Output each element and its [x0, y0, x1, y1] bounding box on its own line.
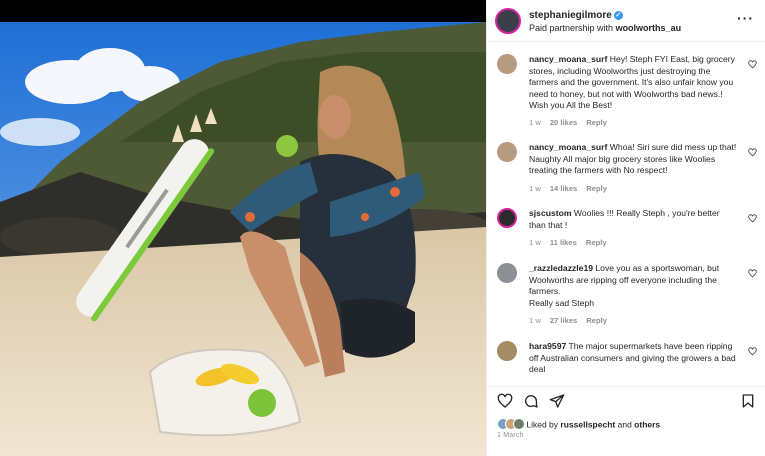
comment-username[interactable]: nancy_moana_surf — [529, 54, 607, 64]
partner-link[interactable]: woolworths_au — [616, 23, 682, 33]
comment-username[interactable]: sjscustom — [529, 208, 572, 218]
comment-text: nancy_moana_surf Hey! Steph FYI East, bi… — [529, 54, 737, 112]
comment-meta: 1 w 14 likes Reply — [529, 184, 616, 193]
comment-text: _razzledazzle19 Love you as a sportswoma… — [529, 263, 737, 309]
comment-likes[interactable]: 14 likes — [550, 184, 577, 193]
heart-icon[interactable] — [748, 214, 757, 223]
commenter-avatar[interactable] — [497, 341, 517, 361]
comment-likes[interactable]: 27 likes — [550, 316, 577, 325]
comment-likes[interactable]: 11 likes — [550, 238, 577, 247]
post-header: stephaniegilmore ✓ Paid partnership with … — [487, 0, 765, 42]
comment-text: hara9597 The major supermarkets have bee… — [529, 341, 737, 376]
commenter-avatar[interactable] — [497, 142, 517, 162]
commenter-avatar[interactable] — [497, 263, 517, 283]
comment-username[interactable]: _razzledazzle19 — [529, 263, 593, 273]
heart-icon[interactable] — [748, 347, 757, 356]
author-username-text[interactable]: stephaniegilmore — [529, 10, 612, 21]
comment-meta: 1 w 11 likes Reply — [529, 238, 616, 247]
partnership-prefix: Paid partnership with — [529, 23, 614, 33]
commenter-avatar[interactable] — [497, 54, 517, 74]
heart-icon[interactable] — [748, 60, 757, 69]
comment-username[interactable]: hara9597 — [529, 341, 566, 351]
post-actions-bar — [487, 386, 765, 415]
post-date[interactable]: 1 March — [497, 432, 524, 439]
comment-meta: 1 w 20 likes Reply — [529, 118, 616, 127]
reply-button[interactable]: Reply — [586, 184, 607, 193]
liked-by-others-link[interactable]: others — [634, 419, 660, 429]
comment-age: 1 w — [529, 316, 541, 325]
paper-plane-icon[interactable] — [549, 393, 565, 409]
comment-likes[interactable]: 20 likes — [550, 118, 577, 127]
liked-by-user-link[interactable]: russellspecht — [560, 419, 615, 429]
comment-text: sjscustom Woolies !!! Really Steph , you… — [529, 208, 737, 231]
reply-button[interactable]: Reply — [586, 118, 607, 127]
liked-by-prefix: Liked by — [526, 419, 559, 430]
comment-age: 1 w — [529, 184, 541, 193]
post-photo[interactable] — [0, 22, 486, 456]
liked-by-and: and — [617, 419, 632, 430]
comment-meta: 1 w 27 likes Reply — [529, 316, 616, 325]
beach-photo-illustration — [0, 22, 486, 456]
author-username[interactable]: stephaniegilmore ✓ — [529, 10, 623, 21]
bookmark-icon[interactable] — [740, 393, 756, 409]
comment-username[interactable]: nancy_moana_surf — [529, 142, 607, 152]
commenter-avatar[interactable] — [497, 208, 517, 228]
post-side-panel: stephaniegilmore ✓ Paid partnership with … — [486, 0, 765, 456]
liked-by-summary: Liked by russellspecht and others — [497, 418, 660, 432]
verified-badge-icon: ✓ — [613, 11, 623, 20]
comment-age: 1 w — [529, 118, 541, 127]
author-avatar[interactable] — [495, 8, 521, 34]
heart-icon[interactable] — [748, 148, 757, 157]
partnership-label: Paid partnership with woolworths_au — [529, 23, 681, 33]
reply-button[interactable]: Reply — [586, 316, 607, 325]
comment-text: nancy_moana_surf Whoa! Siri sure did mes… — [529, 142, 737, 177]
reply-button[interactable]: Reply — [586, 238, 607, 247]
comment-age: 1 w — [529, 238, 541, 247]
liker-avatars — [497, 418, 525, 432]
ellipsis-icon[interactable]: ··· — [737, 10, 754, 26]
top-black-bar — [0, 0, 486, 22]
comment-icon[interactable] — [523, 393, 539, 409]
heart-icon[interactable] — [497, 393, 513, 409]
heart-icon[interactable] — [748, 269, 757, 278]
comment-content-line2: Really sad Steph — [529, 297, 594, 308]
